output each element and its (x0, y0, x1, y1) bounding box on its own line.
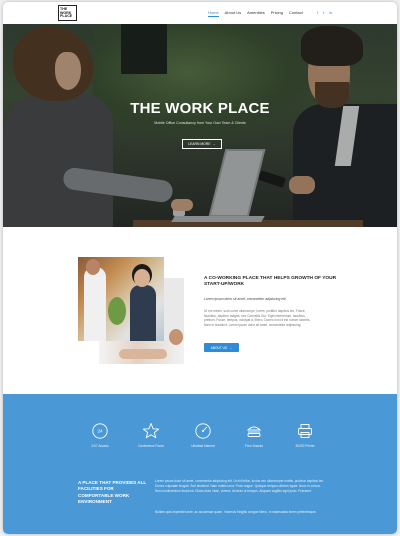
photo-head (169, 329, 183, 345)
feature-label: 3D/2D Printer (295, 444, 315, 448)
social-links: f t in (317, 10, 332, 15)
hero-dark-overlay (3, 24, 397, 227)
nav-link-home[interactable]: Home (208, 10, 219, 17)
photo-man (84, 267, 106, 341)
clock-24-icon: 24 (91, 422, 109, 440)
top-navbar: THE WORK PLACE Home About Us Amenities P… (3, 2, 397, 24)
about-photo-secondary (99, 329, 184, 364)
nav-link-pricing[interactable]: Pricing (271, 10, 283, 17)
linkedin-icon[interactable]: in (329, 10, 332, 15)
hero-section: THE WORK PLACE Mobile Office Consultancy… (3, 24, 397, 227)
learn-more-label: LEARN MORE (188, 142, 211, 146)
about-us-label: ABOUT US (210, 345, 228, 350)
photo-plant (108, 297, 126, 325)
feature-label: 24/7 Access (91, 444, 109, 448)
about-body: Ut eni minim, sunt curve ullamcorpe, lor… (204, 309, 311, 327)
svg-text:24: 24 (97, 429, 103, 434)
facilities-title: A PLACE THAT PROVIDES ALL FACILITIES FOR… (78, 480, 147, 505)
nav-link-amenities[interactable]: Amenities (247, 10, 265, 17)
feature-item: Conference Room (131, 422, 171, 448)
feature-item: Ultrafast Internet (183, 422, 223, 448)
about-title: A CO-WORKING PLACE THAT HELPS GROWTH OF … (204, 276, 337, 288)
about-subtitle: Lorem ipsum dolor sit amet, consectetur … (204, 297, 286, 301)
star-icon (142, 422, 160, 440)
features-section: 24 24/7 Access Conference Room Ultrafast… (3, 394, 397, 534)
feature-item: 24 24/7 Access (80, 422, 120, 448)
feature-item: Free Snacks (234, 422, 274, 448)
photo-woman (130, 285, 156, 341)
feature-label: Ultrafast Internet (191, 444, 215, 448)
nav-link-contact[interactable]: Contact (289, 10, 303, 17)
arrow-right-icon: → (229, 345, 233, 350)
hero-title: THE WORK PLACE (130, 100, 270, 117)
about-section: A CO-WORKING PLACE THAT HELPS GROWTH OF … (3, 227, 397, 394)
arrow-right-icon: → (212, 142, 216, 146)
twitter-icon[interactable]: t (323, 10, 324, 15)
page: THE WORK PLACE Home About Us Amenities P… (3, 2, 397, 534)
feature-item: 3D/2D Printer (285, 422, 325, 448)
burger-icon (245, 422, 263, 440)
facilities-body-secondary: Nullam quis imperdiet ante, ac accumsan … (155, 510, 317, 514)
about-photo-coworkers (78, 257, 164, 341)
nav-links: Home About Us Amenities Pricing Contact (208, 10, 303, 17)
hero-subtitle: Mobile Office Consultancy from Your Own … (154, 121, 246, 125)
gauge-icon (194, 422, 212, 440)
feature-label: Free Snacks (245, 444, 263, 448)
logo-line: PLACE (60, 14, 73, 19)
facebook-icon[interactable]: f (317, 10, 318, 15)
site-logo[interactable]: THE WORK PLACE (58, 5, 77, 21)
facilities-body: Lorem ipsum dolor sit amet, consectetur … (155, 479, 325, 493)
about-us-button[interactable]: ABOUT US → (204, 343, 239, 352)
learn-more-button[interactable]: LEARN MORE → (182, 139, 222, 149)
printer-icon (296, 422, 314, 440)
photo-man-head (86, 259, 100, 275)
feature-label: Conference Room (138, 444, 164, 448)
photo-arm (119, 349, 167, 359)
photo-woman-head (134, 269, 150, 287)
nav-link-about[interactable]: About Us (225, 10, 241, 17)
